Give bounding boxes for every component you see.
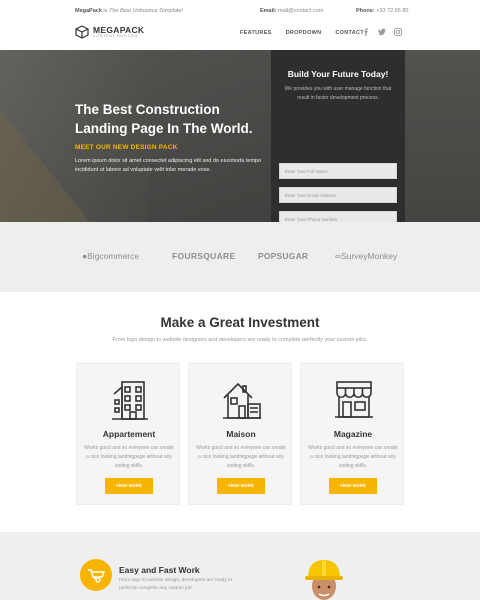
view-more-button[interactable]: VIEW MORE bbox=[105, 478, 153, 494]
tagline-brand: MegaPack bbox=[75, 8, 102, 14]
site-header: MEGAPACK CONTENT BUILDER FEATURES DROPDO… bbox=[0, 22, 480, 50]
logo-name: MEGAPACK bbox=[93, 24, 145, 35]
logo-subtitle: CONTENT BUILDER bbox=[93, 34, 138, 38]
logo[interactable]: MEGAPACK CONTENT BUILDER bbox=[75, 25, 144, 39]
card-title: Appartement bbox=[102, 429, 156, 439]
brand-bigcommerce: ●Bigcommerce bbox=[82, 251, 140, 261]
card-appartement: Appartement Works good and so everyone c… bbox=[76, 363, 180, 505]
card-magazine: Magazine Works good and so everyone can … bbox=[300, 363, 404, 505]
top-bar: MegaPack is The Best Unbounce Template! … bbox=[0, 0, 480, 22]
twitter-icon[interactable] bbox=[378, 28, 386, 36]
tagline: MegaPack is The Best Unbounce Template! bbox=[75, 8, 183, 14]
phone-value[interactable]: +33 72 65 80 bbox=[376, 8, 408, 14]
tagline-connector: is bbox=[101, 8, 109, 14]
form-description: We provides you with user manage functio… bbox=[284, 86, 392, 101]
main-nav: FEATURES DROPDOWN CONTACT bbox=[240, 30, 364, 36]
hero-title: The Best Construction Landing Page In Th… bbox=[75, 102, 253, 136]
card-description: Works good and so everyone can create a … bbox=[196, 445, 286, 469]
hero-kicker: MEET OUR NEW DESIGN PACK bbox=[75, 144, 178, 151]
hero-description: Lorem ipsum dolor sit amet consectet adi… bbox=[75, 158, 262, 173]
investment-title: Make a Great Investment bbox=[160, 315, 320, 330]
brand-logos-strip: ●Bigcommerce FOURSQUARE POPSUGAR ∞Survey… bbox=[0, 222, 480, 292]
email-field[interactable]: Enter Your Email Address bbox=[279, 187, 397, 203]
contact-email[interactable]: Email: mail@contact.com bbox=[260, 8, 323, 14]
brand-popsugar: POPSUGAR bbox=[258, 251, 309, 261]
tagline-text: The Best Unbounce Template! bbox=[108, 8, 184, 14]
view-more-button[interactable]: VIEW MORE bbox=[329, 478, 377, 494]
facebook-icon[interactable] bbox=[362, 28, 370, 36]
signup-form-panel: Build Your Future Today! We provides you… bbox=[271, 50, 405, 251]
feature-description: From logo to website design, developers … bbox=[119, 578, 233, 591]
form-title: Build Your Future Today! bbox=[287, 69, 389, 79]
feature-icon-circle bbox=[80, 559, 112, 591]
social-links bbox=[362, 28, 402, 36]
email-label: Email: bbox=[260, 8, 277, 14]
full-name-field[interactable]: Enter Your Full Name bbox=[279, 163, 397, 179]
nav-contact[interactable]: CONTACT bbox=[335, 30, 364, 36]
wheelbarrow-icon bbox=[88, 569, 105, 583]
feature-section: Easy and Fast Work From logo to website … bbox=[0, 532, 480, 600]
card-maison: Maison Works good and so everyone can cr… bbox=[188, 363, 292, 505]
feature-title: Easy and Fast Work bbox=[119, 565, 200, 575]
nav-features[interactable]: FEATURES bbox=[240, 30, 272, 36]
card-description: Works good and so everyone can create a … bbox=[84, 445, 174, 469]
brand-foursquare: FOURSQUARE bbox=[172, 251, 236, 261]
brand-surveymonkey: ∞SurveyMonkey bbox=[335, 251, 398, 261]
construction-worker-photo bbox=[305, 560, 343, 600]
apartment-building-icon bbox=[112, 381, 148, 420]
cube-logo-icon bbox=[75, 25, 89, 39]
house-icon bbox=[223, 382, 261, 419]
card-title: Magazine bbox=[333, 429, 373, 439]
phone-label: Phone: bbox=[356, 8, 375, 14]
card-title: Maison bbox=[226, 429, 256, 439]
contact-phone[interactable]: Phone: +33 72 65 80 bbox=[356, 8, 408, 14]
hero-section: The Best Construction Landing Page In Th… bbox=[0, 50, 480, 222]
instagram-icon[interactable] bbox=[394, 28, 402, 36]
nav-dropdown[interactable]: DROPDOWN bbox=[286, 30, 322, 36]
investment-subtitle: From logo design to website designers an… bbox=[112, 337, 368, 343]
card-description: Works good and so everyone can create a … bbox=[308, 445, 398, 469]
view-more-button[interactable]: VIEW MORE bbox=[217, 478, 265, 494]
email-value[interactable]: mail@contact.com bbox=[278, 8, 323, 14]
store-icon bbox=[335, 381, 373, 418]
